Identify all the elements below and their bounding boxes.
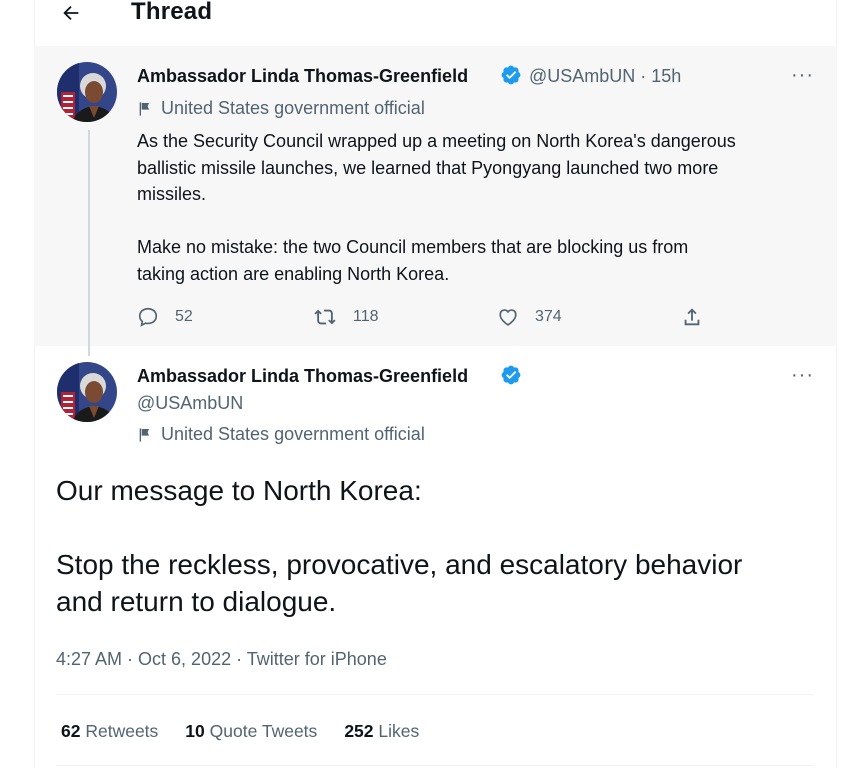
like-button[interactable]: 374 bbox=[497, 306, 562, 328]
avatar[interactable] bbox=[57, 62, 117, 122]
page-title: Thread bbox=[131, 0, 213, 25]
tweet-meta[interactable]: 4:27 AM · Oct 6, 2022 · Twitter for iPho… bbox=[56, 649, 387, 670]
author-name[interactable]: Ambassador Linda Thomas-Greenfield bbox=[137, 366, 468, 387]
tweet-stats: 62 Retweets 10 Quote Tweets 252 Likes bbox=[61, 721, 419, 742]
likes-label: Likes bbox=[378, 721, 420, 741]
tweet-text: Our message to North Korea: Stop the rec… bbox=[56, 475, 743, 617]
tweet-text: As the Security Council wrapped up a mee… bbox=[137, 131, 736, 284]
author-handle[interactable]: @USAmbUN bbox=[137, 393, 243, 414]
avatar-photo bbox=[57, 62, 117, 122]
thread-connector-line bbox=[88, 130, 90, 356]
quote-tweets-stat[interactable]: 10 Quote Tweets bbox=[185, 721, 317, 742]
divider bbox=[56, 765, 814, 766]
flag-icon bbox=[139, 101, 149, 116]
likes-count: 252 bbox=[344, 721, 374, 741]
retweet-button[interactable]: 118 bbox=[313, 306, 379, 328]
avatar[interactable] bbox=[57, 362, 117, 422]
like-count: 374 bbox=[535, 308, 562, 325]
author-handle-time[interactable]: @USAmbUN · 15h bbox=[529, 66, 681, 87]
retweets-stat[interactable]: 62 Retweets bbox=[61, 721, 158, 742]
back-button[interactable] bbox=[58, 0, 84, 26]
author-name[interactable]: Ambassador Linda Thomas-Greenfield bbox=[137, 66, 468, 87]
more-options-icon[interactable]: ··· bbox=[791, 65, 814, 85]
retweet-count: 118 bbox=[353, 308, 379, 325]
heart-icon bbox=[499, 309, 517, 326]
avatar-photo bbox=[57, 362, 117, 422]
likes-stat[interactable]: 252 Likes bbox=[344, 721, 419, 742]
quotes-label: Quote Tweets bbox=[209, 721, 318, 741]
retweet-icon bbox=[314, 309, 336, 325]
reply-count: 52 bbox=[175, 308, 193, 325]
flag-icon bbox=[139, 427, 149, 442]
divider bbox=[56, 694, 814, 695]
verified-badge-icon bbox=[501, 365, 521, 385]
government-label-text: United States government official bbox=[161, 424, 425, 444]
arrow-left-icon bbox=[63, 5, 79, 21]
reply-button[interactable]: 52 bbox=[137, 306, 193, 328]
quotes-count: 10 bbox=[185, 721, 205, 741]
retweets-count: 62 bbox=[61, 721, 81, 741]
government-label: United States government official bbox=[137, 424, 425, 445]
government-label-text: United States government official bbox=[161, 98, 425, 118]
government-label: United States government official bbox=[137, 98, 425, 119]
verified-badge-icon bbox=[501, 65, 521, 85]
share-button[interactable] bbox=[681, 306, 703, 328]
reply-icon bbox=[138, 307, 158, 327]
retweets-label: Retweets bbox=[85, 721, 159, 741]
share-icon bbox=[684, 308, 700, 326]
more-options-icon[interactable]: ··· bbox=[791, 365, 814, 385]
